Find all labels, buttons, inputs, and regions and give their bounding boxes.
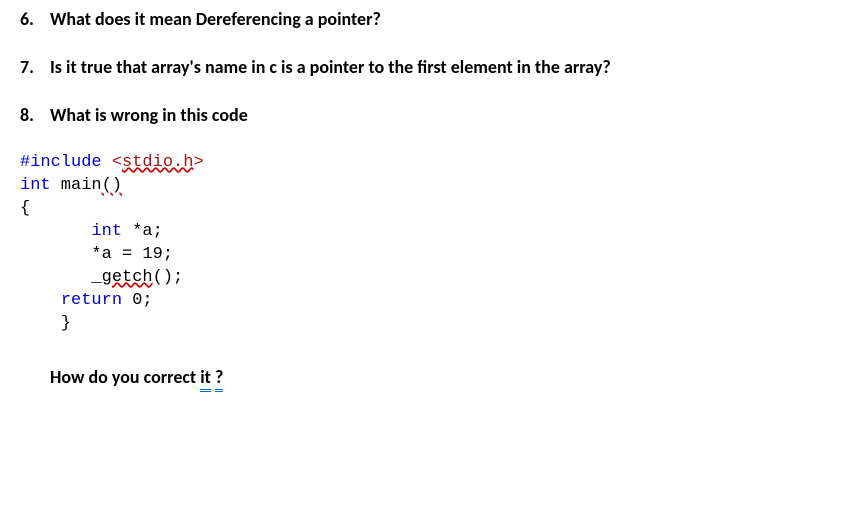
question-number-7: 7.: [20, 56, 50, 78]
int-keyword: int: [20, 176, 51, 195]
code-brace-close: }: [20, 313, 842, 336]
int-keyword-2: int: [20, 222, 122, 241]
include-file: stdio.h: [122, 153, 193, 172]
followup-prefix: How do you correct: [50, 366, 200, 388]
code-assign-line: *a = 19;: [20, 244, 842, 267]
question-text-8: What is wrong in this code: [50, 104, 842, 126]
question-6: 6. What does it mean Dereferencing a poi…: [20, 8, 842, 30]
return-indent: [20, 291, 61, 310]
code-block: #include <stdio.h> int main() { int *a; …: [20, 152, 842, 336]
question-7: 7. Is it true that array's name in c is …: [20, 56, 842, 78]
followup-it: it: [200, 366, 211, 392]
followup-qmark: ?: [215, 366, 223, 392]
main-parens: (): [102, 176, 122, 195]
question-8: 8. What is wrong in this code: [20, 104, 842, 126]
code-getch-line: _getch();: [20, 267, 842, 290]
getch-name: getch: [102, 268, 153, 287]
decl-rest: *a;: [122, 222, 163, 241]
code-decl-line: int *a;: [20, 221, 842, 244]
question-number-6: 6.: [20, 8, 50, 30]
question-number-8: 8.: [20, 104, 50, 126]
return-val: 0;: [122, 291, 153, 310]
question-text-7: Is it true that array's name in c is a p…: [50, 56, 842, 78]
main-name: main: [51, 176, 102, 195]
return-keyword: return: [61, 291, 122, 310]
code-return-line: return 0;: [20, 290, 842, 313]
code-main-line: int main(): [20, 175, 842, 198]
include-keyword: #include: [20, 153, 102, 172]
include-close: >: [193, 153, 203, 172]
question-text-6: What does it mean Dereferencing a pointe…: [50, 8, 842, 30]
include-open: <: [102, 153, 122, 172]
code-include-line: #include <stdio.h>: [20, 152, 842, 175]
followup-question: How do you correct it ?: [50, 366, 842, 388]
getch-post: ();: [153, 268, 184, 287]
getch-pre: _: [20, 268, 102, 287]
code-brace-open: {: [20, 198, 842, 221]
